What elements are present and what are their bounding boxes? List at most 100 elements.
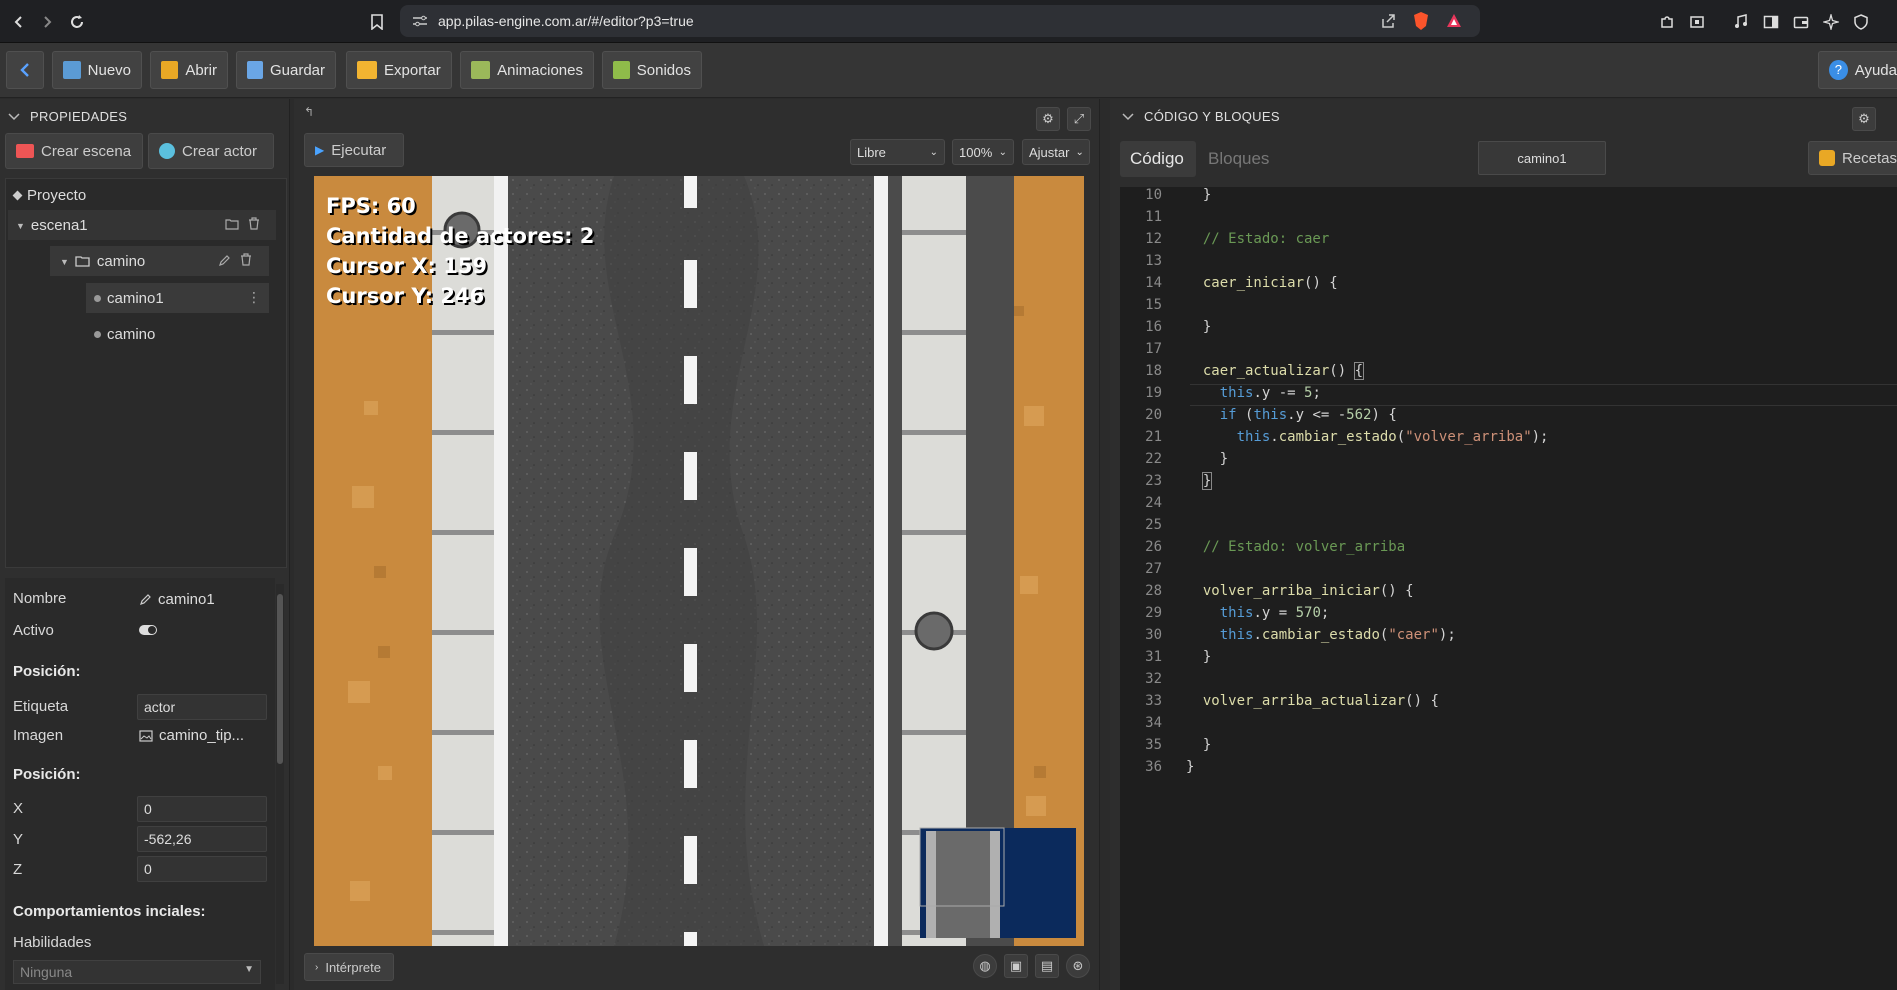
- name-field[interactable]: camino1: [139, 591, 215, 608]
- chevron-down-icon: ⌄: [929, 146, 938, 158]
- diamond-icon: [12, 190, 23, 201]
- properties-scrollbar[interactable]: [276, 584, 284, 984]
- code-line: }: [1186, 319, 1212, 335]
- music-icon[interactable]: [1730, 11, 1752, 33]
- animations-button[interactable]: Animaciones: [460, 51, 594, 89]
- chevron-down-icon: ⌄: [998, 146, 1007, 158]
- vpn-icon[interactable]: [1850, 11, 1872, 33]
- y-label: Y: [13, 831, 24, 848]
- line-number: 17: [1145, 341, 1162, 357]
- add-folder-icon[interactable]: [225, 218, 239, 230]
- active-toggle[interactable]: [139, 625, 157, 635]
- scene-tree: Proyecto ▼ escena1 ▼ camino camino1 ⋮ ca…: [5, 178, 287, 568]
- bookmark-icon[interactable]: [366, 11, 388, 33]
- chevron-down-icon: [1122, 112, 1134, 120]
- left-curb: [494, 176, 508, 946]
- code-line: this.y -= 5;: [1219, 385, 1321, 401]
- file-tab[interactable]: camino1: [1478, 141, 1606, 175]
- package-icon: [357, 61, 377, 79]
- image-field[interactable]: camino_tip...: [139, 727, 244, 744]
- x-input[interactable]: 0: [137, 796, 267, 822]
- mode-select[interactable]: Libre ⌄: [850, 139, 945, 165]
- extensions-icon[interactable]: [1656, 11, 1678, 33]
- sounds-button[interactable]: Sonidos: [602, 51, 702, 89]
- globe-icon[interactable]: ◍: [973, 954, 997, 978]
- skills-select[interactable]: Ninguna ▼: [13, 960, 261, 984]
- code-line: caer_iniciar() {: [1202, 275, 1338, 291]
- back-arrow-icon[interactable]: ↰: [304, 105, 314, 119]
- code-title: CÓDIGO Y BLOQUES: [1144, 109, 1280, 124]
- fullscreen-icon[interactable]: ⤢: [1067, 107, 1091, 131]
- z-input[interactable]: 0: [137, 856, 267, 882]
- code-line: this.cambiar_estado("caer");: [1219, 627, 1456, 643]
- tree-actor-selected[interactable]: camino1: [94, 290, 164, 307]
- brave-rewards-icon[interactable]: [1446, 13, 1462, 29]
- trash-icon[interactable]: [248, 217, 260, 230]
- create-actor-button[interactable]: Crear actor: [148, 133, 274, 169]
- open-button[interactable]: Abrir: [150, 51, 228, 89]
- physics-icon[interactable]: ⊛: [1066, 954, 1090, 978]
- tree-scene[interactable]: ▼ escena1: [16, 217, 88, 234]
- line-number: 34: [1145, 715, 1162, 731]
- line-number: 22: [1145, 451, 1162, 467]
- code-line: }: [1186, 649, 1212, 665]
- create-scene-button[interactable]: Crear escena: [5, 133, 143, 169]
- run-button[interactable]: ▶ Ejecutar: [304, 133, 404, 167]
- tree-project[interactable]: Proyecto: [12, 187, 87, 204]
- sidebar-icon[interactable]: [1760, 11, 1782, 33]
- leo-ai-icon[interactable]: [1820, 11, 1842, 33]
- settings-icon[interactable]: ⚙: [1852, 107, 1876, 131]
- more-vertical-icon[interactable]: ⋮: [247, 289, 261, 306]
- reload-icon[interactable]: [66, 11, 88, 33]
- code-line: volver_arriba_actualizar() {: [1202, 693, 1439, 709]
- trash-icon[interactable]: [240, 253, 252, 266]
- mode-value: Libre: [857, 144, 886, 160]
- share-icon[interactable]: [1380, 13, 1396, 29]
- help-button[interactable]: ? Ayuda: [1818, 51, 1897, 89]
- wallet-icon[interactable]: [1790, 11, 1812, 33]
- line-number: 18: [1145, 363, 1162, 379]
- zoom-select[interactable]: 100% ⌄: [952, 139, 1014, 165]
- create-actor-label: Crear actor: [182, 142, 258, 160]
- tree-actor[interactable]: camino: [94, 326, 155, 343]
- code-editor[interactable]: 10 11 12 13 14 15 16 17 18 19 20 21 22 2…: [1120, 187, 1897, 990]
- interpreter-button[interactable]: › Intérprete: [304, 953, 394, 981]
- code-line: if (this.y <= -562) {: [1219, 407, 1397, 423]
- back-icon[interactable]: [8, 11, 30, 33]
- actor-label: camino: [107, 326, 156, 343]
- settings-icon[interactable]: ⚙: [1036, 107, 1060, 131]
- forward-icon[interactable]: [36, 11, 58, 33]
- collapse-button[interactable]: [6, 51, 44, 89]
- line-number: 32: [1145, 671, 1162, 687]
- line-number: 23: [1145, 473, 1162, 489]
- tag-input[interactable]: actor: [137, 694, 267, 720]
- new-button[interactable]: Nuevo: [52, 51, 142, 89]
- right-curb: [874, 176, 888, 946]
- tree-folder[interactable]: ▼ camino: [60, 253, 145, 270]
- play-icon: ▶: [315, 143, 325, 157]
- save-button[interactable]: Guardar: [236, 51, 336, 89]
- edit-icon[interactable]: [218, 254, 231, 267]
- screenshot-icon[interactable]: [1686, 11, 1708, 33]
- recipes-button[interactable]: Recetas: [1808, 141, 1897, 175]
- image-icon[interactable]: ▤: [1035, 954, 1059, 978]
- export-button[interactable]: Exportar: [346, 51, 452, 89]
- line-number: 10: [1145, 187, 1162, 203]
- url-text[interactable]: app.pilas-engine.com.ar/#/editor?p3=true: [438, 13, 694, 29]
- code-line: volver_arriba_iniciar() {: [1202, 583, 1414, 599]
- line-number: 12: [1145, 231, 1162, 247]
- site-settings-icon[interactable]: [412, 14, 428, 28]
- skills-label: Habilidades: [13, 934, 92, 951]
- camera-icon[interactable]: ▣: [1004, 954, 1028, 978]
- tab-code[interactable]: Código: [1120, 141, 1196, 177]
- properties-header[interactable]: PROPIEDADES: [8, 109, 127, 124]
- game-canvas[interactable]: FPS: 60 Cantidad de actores: 2 Cursor X:…: [314, 176, 1084, 946]
- image-icon: [139, 729, 153, 742]
- project-label: Proyecto: [27, 187, 87, 204]
- fit-select[interactable]: Ajustar ⌄: [1022, 139, 1090, 165]
- tab-blocks[interactable]: Bloques: [1198, 141, 1288, 177]
- code-header[interactable]: CÓDIGO Y BLOQUES: [1122, 109, 1280, 124]
- url-bar[interactable]: app.pilas-engine.com.ar/#/editor?p3=true: [400, 5, 1480, 37]
- brave-shield-icon[interactable]: [1412, 11, 1430, 31]
- y-input[interactable]: -562,26: [137, 826, 267, 852]
